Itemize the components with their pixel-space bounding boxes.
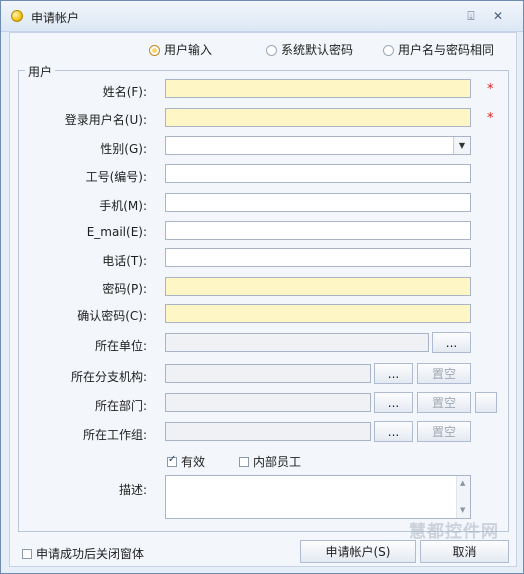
label-gender: 性别(G): xyxy=(100,142,147,156)
close-icon[interactable]: ✕ xyxy=(490,8,506,24)
chevron-down-icon[interactable]: ▼ xyxy=(453,137,470,154)
scroll-up-icon[interactable]: ▲ xyxy=(460,479,465,487)
branch-clear-button[interactable]: 置空 xyxy=(417,363,471,384)
name-input[interactable] xyxy=(165,79,471,98)
label-mobile: 手机(M): xyxy=(99,199,147,213)
scroll-down-icon[interactable]: ▼ xyxy=(460,506,465,514)
login-input[interactable] xyxy=(165,108,471,127)
label-description: 描述: xyxy=(118,483,147,497)
submit-button[interactable]: 申请帐户(S) xyxy=(300,540,416,563)
radio-dot-icon xyxy=(149,45,160,56)
required-mark: * xyxy=(487,82,494,97)
label-workgroup: 所在工作组: xyxy=(82,428,147,442)
unit-input xyxy=(165,333,429,352)
workgroup-input xyxy=(165,422,371,441)
radio-label: 用户输入 xyxy=(164,43,213,57)
radio-dot-icon xyxy=(266,45,277,56)
checkbox-icon xyxy=(239,457,249,467)
password-input[interactable] xyxy=(165,277,471,296)
dept-input xyxy=(165,393,371,412)
radio-user-input[interactable]: 用户输入 xyxy=(149,41,212,58)
email-input[interactable] xyxy=(165,221,471,240)
radio-label: 系统默认密码 xyxy=(281,43,354,57)
watermark: 慧都控件网 xyxy=(409,522,499,542)
checkbox-icon xyxy=(22,549,32,559)
phone-input[interactable] xyxy=(165,248,471,267)
required-mark: * xyxy=(487,111,494,126)
mobile-input[interactable] xyxy=(165,193,471,212)
scrollbar[interactable]: ▲ ▼ xyxy=(456,476,470,518)
confirm-password-input[interactable] xyxy=(165,304,471,323)
dept-browse-button[interactable]: ... xyxy=(374,392,413,413)
radio-same-as-username[interactable]: 用户名与密码相同 xyxy=(383,41,494,58)
valid-checkbox[interactable]: 有效 xyxy=(167,453,205,470)
label-branch: 所在分支机构: xyxy=(70,370,147,384)
label-dept: 所在部门: xyxy=(94,399,147,413)
workgroup-clear-button[interactable]: 置空 xyxy=(417,421,471,442)
checkbox-label: 有效 xyxy=(181,455,206,469)
dept-clear-button[interactable]: 置空 xyxy=(417,392,471,413)
radio-dot-icon xyxy=(383,45,394,56)
workgroup-browse-button[interactable]: ... xyxy=(374,421,413,442)
label-name: 姓名(F): xyxy=(102,85,147,99)
apply-account-window: 申请帐户 ⍗ ✕ 用户输入 系统默认密码 用户名与密码相同 用户 姓名(F): … xyxy=(0,0,524,574)
label-phone: 电话(T): xyxy=(102,254,147,268)
gender-select[interactable]: ▼ xyxy=(165,136,471,155)
dept-extra-button[interactable] xyxy=(475,392,497,413)
label-workno: 工号(编号): xyxy=(85,170,147,184)
close-after-success-checkbox[interactable]: 申请成功后关闭窗体 xyxy=(22,545,144,562)
radio-default-password[interactable]: 系统默认密码 xyxy=(266,41,353,58)
label-unit: 所在单位: xyxy=(94,339,147,353)
app-icon xyxy=(11,10,23,22)
window-title: 申请帐户 xyxy=(31,11,80,25)
internal-employee-checkbox[interactable]: 内部员工 xyxy=(239,453,301,470)
unit-browse-button[interactable]: ... xyxy=(432,332,471,353)
group-title: 用户 xyxy=(25,63,56,80)
label-login: 登录用户名(U): xyxy=(64,113,147,127)
pin-icon[interactable]: ⍗ xyxy=(463,8,479,24)
checkbox-label: 申请成功后关闭窗体 xyxy=(36,547,145,561)
description-textarea[interactable]: ▲ ▼ xyxy=(165,475,471,519)
checkbox-checked-icon xyxy=(167,454,177,467)
radio-label: 用户名与密码相同 xyxy=(398,43,495,57)
title-bar: 申请帐户 ⍗ ✕ xyxy=(1,1,523,32)
label-confirm: 确认密码(C): xyxy=(77,309,147,323)
label-email: E_mail(E): xyxy=(86,225,147,239)
workno-input[interactable] xyxy=(165,164,471,183)
branch-browse-button[interactable]: ... xyxy=(374,363,413,384)
cancel-button[interactable]: 取消 xyxy=(420,540,509,563)
label-password: 密码(P): xyxy=(102,282,147,296)
branch-input xyxy=(165,364,371,383)
checkbox-label: 内部员工 xyxy=(253,455,302,469)
